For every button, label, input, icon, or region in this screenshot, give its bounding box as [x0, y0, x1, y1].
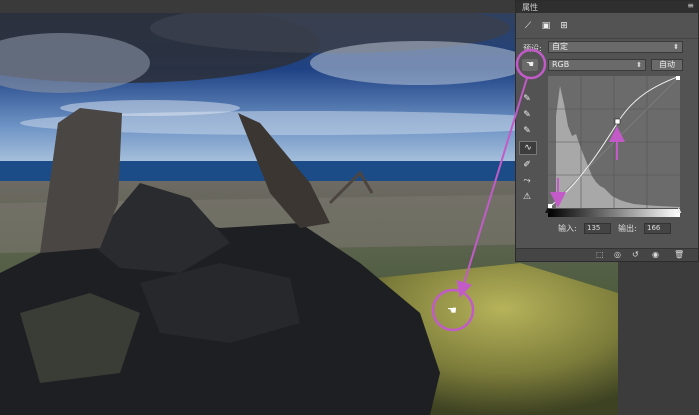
pencil-icon[interactable]: ✐	[521, 159, 533, 171]
histogram-warning-icon[interactable]: ⚠	[521, 191, 533, 203]
curve-tool-icon[interactable]: ∿	[519, 141, 537, 155]
channel-value: RGB	[552, 60, 570, 69]
input-output-row: 输入: 135 输出: 166	[548, 223, 688, 235]
reset-icon[interactable]: ↺	[632, 249, 639, 261]
delete-icon[interactable]: 🗑	[674, 249, 684, 261]
input-field[interactable]: 135	[584, 223, 611, 234]
panel-title: 属性	[522, 3, 538, 12]
output-field[interactable]: 166	[644, 223, 671, 234]
eyedropper-white-icon[interactable]: ✎	[521, 125, 533, 137]
channel-dropdown[interactable]: RGB ⬍	[548, 59, 646, 71]
curves-graph[interactable]	[548, 76, 680, 208]
view-previous-icon[interactable]: ◎	[614, 249, 621, 261]
preset-label: 预设:	[523, 44, 542, 53]
layer-link-icon[interactable]: ⊞	[558, 20, 570, 32]
chevron-down-icon: ⬍	[673, 43, 679, 51]
eye-icon[interactable]: ◉	[652, 249, 659, 261]
panel-tab-row: ⟋ ▣ ⊞	[516, 14, 698, 39]
curves-adjustment-icon[interactable]: ⟋	[522, 20, 534, 32]
mask-icon[interactable]: ▣	[540, 20, 552, 32]
clip-to-layer-icon[interactable]: ⬚	[596, 249, 604, 261]
auto-button[interactable]: 自动	[651, 59, 683, 71]
target-adjust-icon[interactable]: ☚	[522, 59, 538, 71]
eyedropper-gray-icon[interactable]: ✎	[521, 109, 533, 121]
tool-column: ✎ ✎ ✎ ∿ ✐ ⤳ ⚠	[519, 87, 539, 202]
preset-dropdown[interactable]: 自定 ⬍	[548, 41, 683, 53]
properties-panel: 属性 ≡ ⟋ ▣ ⊞ 预设: 自定 ⬍ ☚ RGB ⬍ 自动 ✎ ✎ ✎ ∿ ✐…	[515, 0, 699, 262]
panel-footer: ⬚ ◎ ↺ ◉ 🗑	[516, 248, 698, 261]
chevron-down-icon: ⬍	[636, 61, 642, 69]
black-point-slider[interactable]: ▲	[545, 206, 550, 214]
menu-icon[interactable]: ≡	[687, 1, 694, 10]
photoshop-window: 属性 ≡ ⟋ ▣ ⊞ 预设: 自定 ⬍ ☚ RGB ⬍ 自动 ✎ ✎ ✎ ∿ ✐…	[0, 0, 699, 415]
panel-header: 属性 ≡	[516, 1, 698, 13]
smooth-icon[interactable]: ⤳	[521, 175, 533, 187]
preset-value: 自定	[552, 42, 568, 51]
white-point-slider[interactable]: ▲	[676, 206, 681, 214]
eyedropper-black-icon[interactable]: ✎	[521, 93, 533, 105]
gradient-bar	[548, 209, 680, 217]
output-label: 输出:	[618, 224, 637, 233]
input-label: 输入:	[558, 224, 577, 233]
